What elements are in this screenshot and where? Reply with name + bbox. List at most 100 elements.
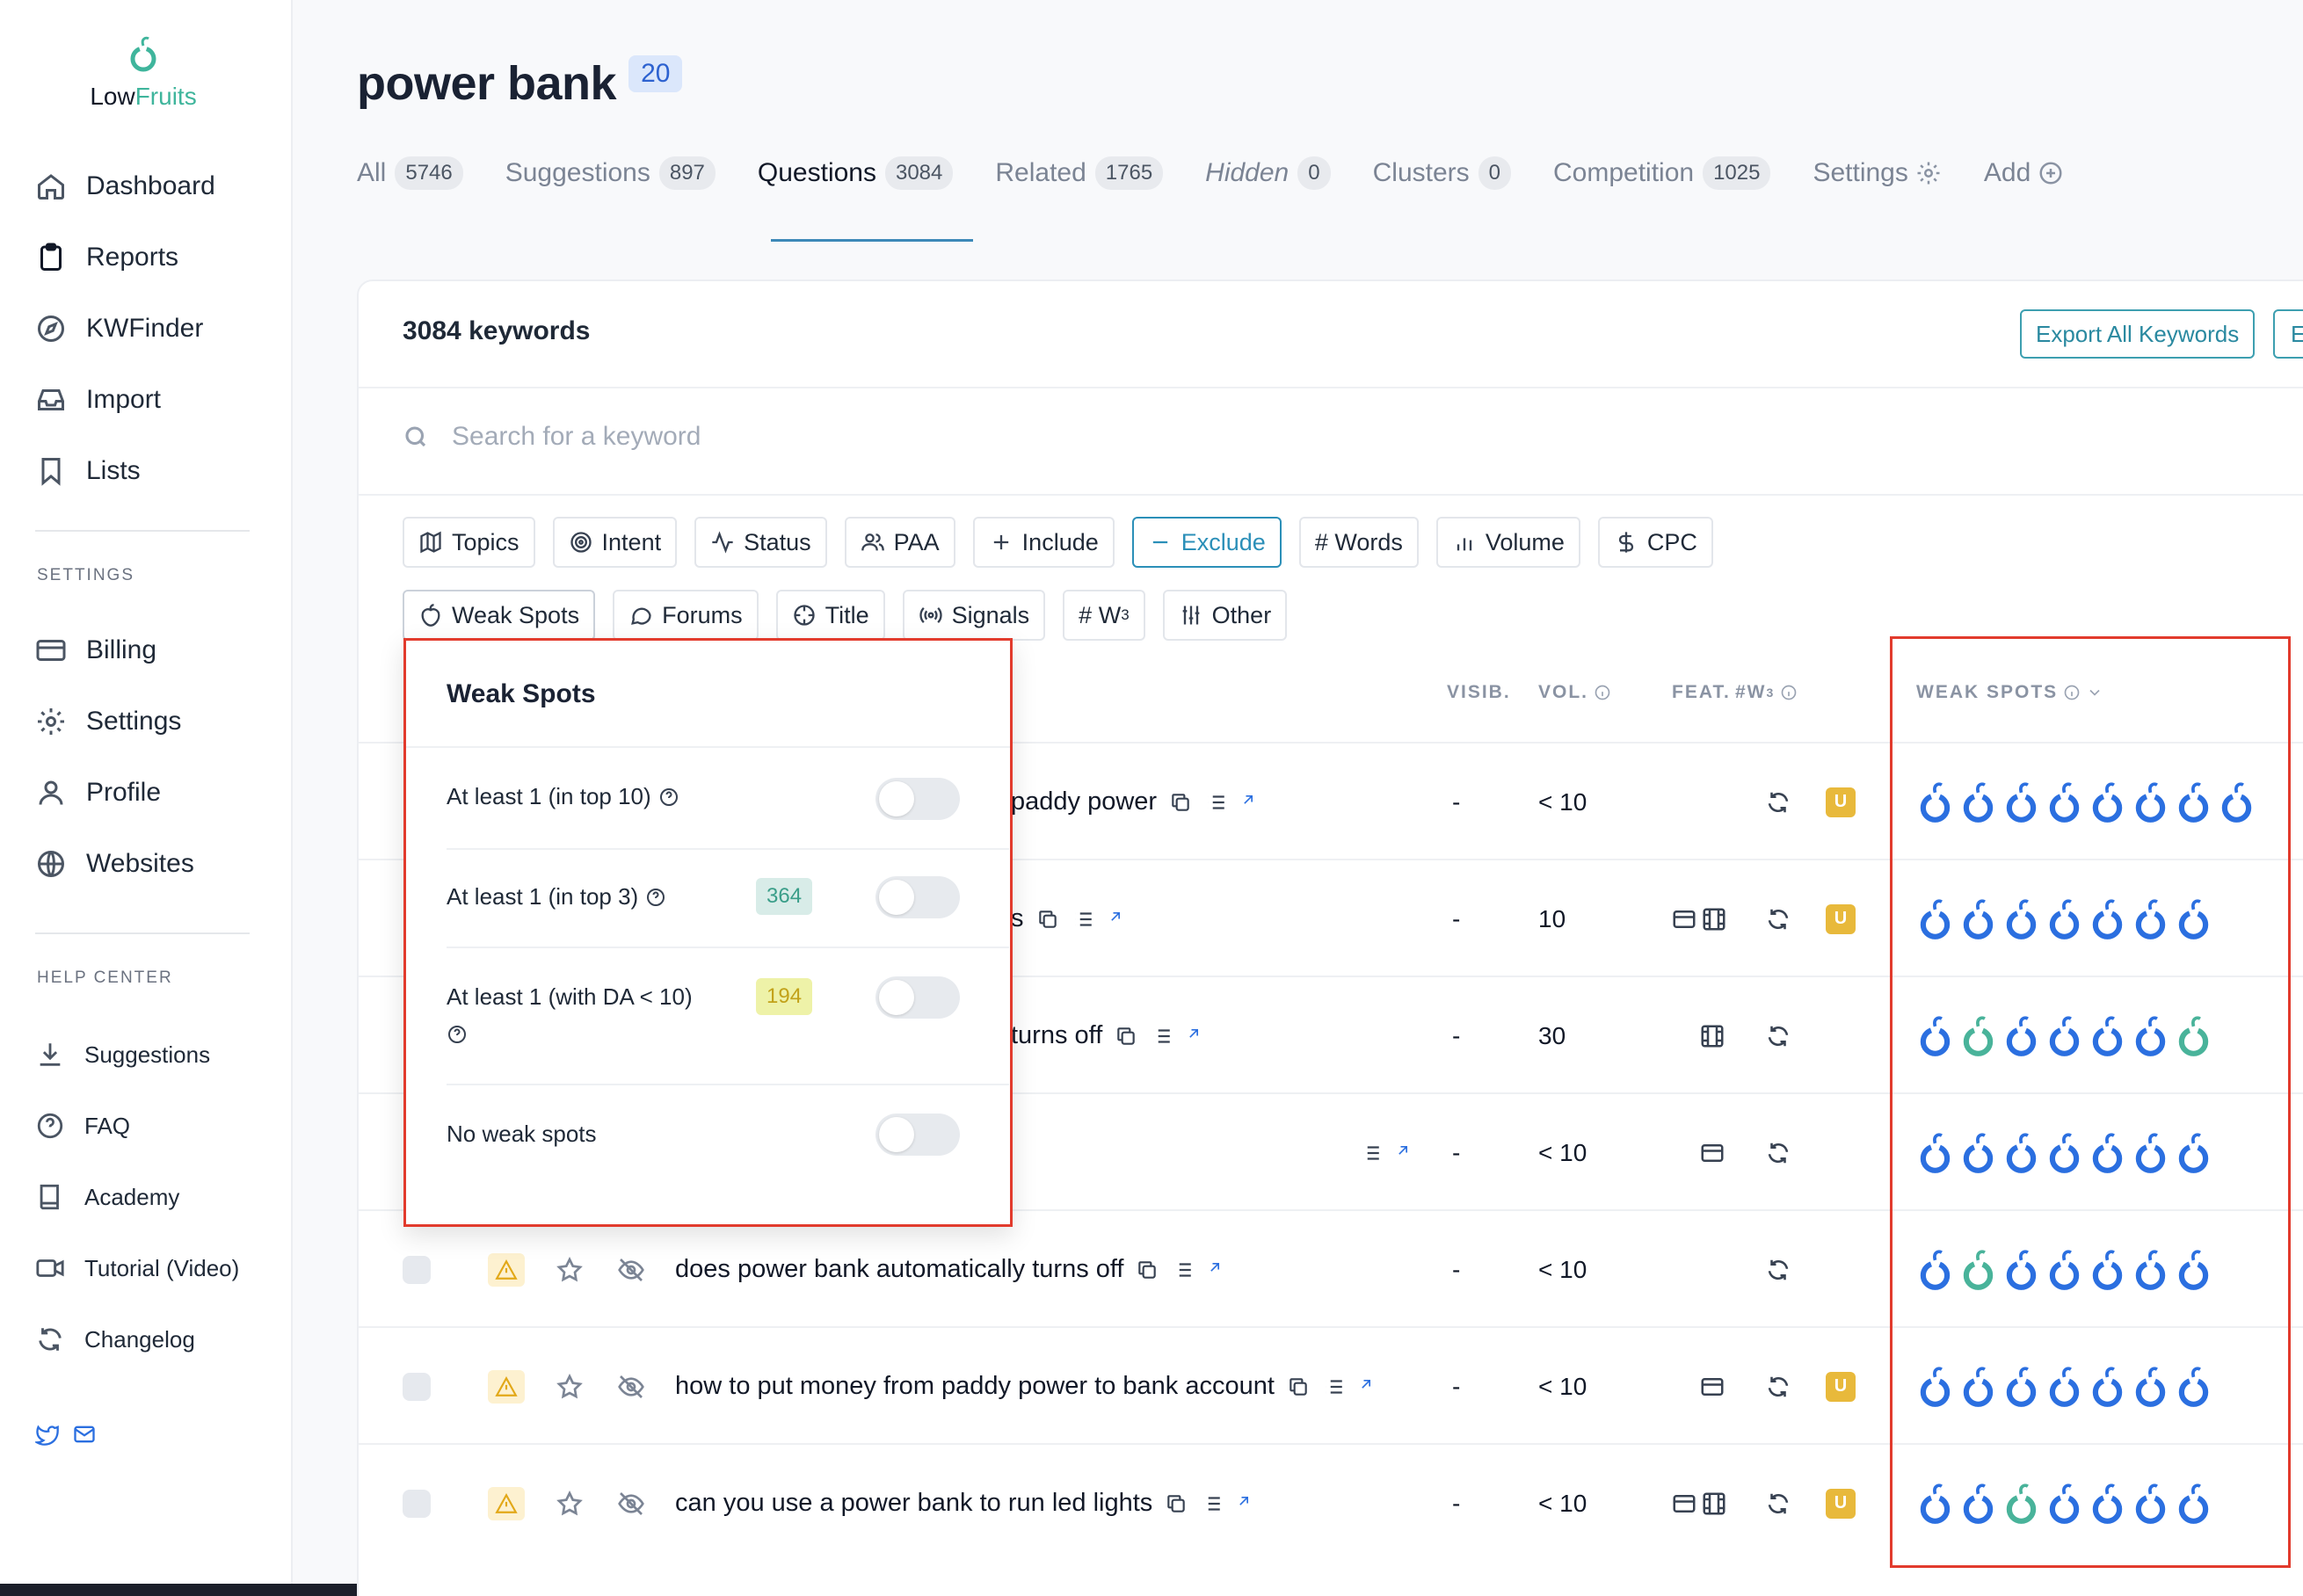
export-all-keywords-button[interactable]: Export All Keywords xyxy=(2020,309,2256,359)
keyword-text[interactable]: how to put money from paddy power to ban… xyxy=(675,1372,1275,1401)
sidebar-item-changelog[interactable]: Changelog xyxy=(35,1318,195,1360)
list-icon[interactable] xyxy=(1171,1259,1194,1281)
copy-icon[interactable] xyxy=(1036,908,1059,931)
filter-w3[interactable]: # W3 xyxy=(1063,590,1145,641)
hide-keyword[interactable] xyxy=(617,1328,645,1445)
help-circle-icon[interactable] xyxy=(658,787,679,808)
column-header-volume[interactable]: VOL. xyxy=(1538,682,1611,703)
refresh-cell[interactable] xyxy=(1765,1094,1795,1211)
filter-forums[interactable]: Forums xyxy=(613,590,759,641)
favorite-star[interactable] xyxy=(556,1445,584,1562)
keyword-text[interactable]: paddy power xyxy=(1011,787,1157,816)
refresh-cell[interactable] xyxy=(1765,744,1795,860)
row-checkbox[interactable] xyxy=(403,1328,431,1445)
keyword-text[interactable]: does power bank automatically turns off xyxy=(675,1255,1123,1284)
refresh-cell[interactable] xyxy=(1765,977,1795,1094)
sidebar-item-billing[interactable]: Billing xyxy=(35,629,156,671)
sidebar-item-profile[interactable]: Profile xyxy=(35,772,161,814)
sidebar-item-kwfinder[interactable]: KWFinder xyxy=(35,308,203,350)
refresh-cell[interactable] xyxy=(1765,860,1795,977)
filter-signals[interactable]: Signals xyxy=(902,590,1046,641)
sidebar-item-settings[interactable]: Settings xyxy=(35,700,181,743)
refresh-cell[interactable] xyxy=(1765,1211,1795,1328)
tab-related[interactable]: Related 1765 xyxy=(995,156,1164,190)
list-icon[interactable] xyxy=(1200,1492,1223,1515)
sidebar-item-dashboard[interactable]: Dashboard xyxy=(35,165,215,207)
copy-icon[interactable] xyxy=(1115,1025,1137,1048)
hide-keyword[interactable] xyxy=(617,1445,645,1562)
list-icon[interactable] xyxy=(1072,908,1094,931)
column-header-visib[interactable]: VISIB. xyxy=(1447,682,1511,703)
tab-hidden[interactable]: Hidden 0 xyxy=(1205,156,1331,190)
filter-topics[interactable]: Topics xyxy=(403,517,535,568)
column-header-w3[interactable]: #W 3 xyxy=(1735,682,1798,703)
toggle-top3[interactable] xyxy=(875,876,960,918)
external-link[interactable] xyxy=(1394,1142,1412,1164)
keyword-text[interactable]: can you use a power bank to run led ligh… xyxy=(675,1489,1152,1518)
refresh-cell[interactable] xyxy=(1765,1445,1795,1562)
tab-settings[interactable]: Settings xyxy=(1813,158,1941,188)
filter-volume[interactable]: Volume xyxy=(1435,517,1580,568)
filter-intent[interactable]: Intent xyxy=(552,517,678,568)
filter-words[interactable]: # Words xyxy=(1298,517,1419,568)
external-link[interactable] xyxy=(1107,908,1124,930)
list-icon[interactable] xyxy=(1150,1025,1173,1048)
sidebar-item-import[interactable]: Import xyxy=(35,379,161,421)
filter-cpc[interactable]: CPC xyxy=(1597,517,1713,568)
filter-include[interactable]: Include xyxy=(972,517,1115,568)
row-checkbox[interactable] xyxy=(403,1211,431,1328)
list-icon[interactable] xyxy=(1204,791,1227,814)
sidebar-item-suggestions[interactable]: Suggestions xyxy=(35,1034,210,1076)
toggle-top10[interactable] xyxy=(875,778,960,820)
external-link[interactable] xyxy=(1185,1025,1202,1047)
sidebar-item-faq[interactable]: FAQ xyxy=(35,1105,130,1147)
sidebar-item-reports[interactable]: Reports xyxy=(35,236,178,279)
filter-exclude[interactable]: Exclude xyxy=(1131,517,1282,568)
brand-logo[interactable]: LowFruits xyxy=(86,35,200,111)
favorite-star[interactable] xyxy=(556,1211,584,1328)
external-link[interactable] xyxy=(1239,791,1257,813)
tab-clusters[interactable]: Clusters 0 xyxy=(1373,156,1511,190)
row-checkbox[interactable] xyxy=(403,1445,431,1562)
toggle-no-weak-spots[interactable] xyxy=(875,1114,960,1156)
sidebar-item-academy[interactable]: Academy xyxy=(35,1176,179,1218)
external-link[interactable] xyxy=(1235,1492,1253,1514)
favorite-star[interactable] xyxy=(556,1328,584,1445)
external-link[interactable] xyxy=(1206,1259,1224,1280)
checkbox[interactable] xyxy=(403,1255,431,1284)
twitter-icon[interactable] xyxy=(35,1422,60,1447)
tab-competition[interactable]: Competition 1025 xyxy=(1553,156,1771,190)
copy-icon[interactable] xyxy=(1136,1259,1159,1281)
list-icon[interactable] xyxy=(1359,1142,1382,1164)
filter-status[interactable]: Status xyxy=(694,517,827,568)
tab-add[interactable]: Add xyxy=(1984,158,2064,188)
export-secondary-button[interactable]: E xyxy=(2273,309,2303,359)
toggle-da10[interactable] xyxy=(875,976,960,1019)
column-header-weak-spots[interactable]: WEAK SPOTS xyxy=(1916,682,2103,703)
search-input[interactable] xyxy=(452,422,1243,452)
tab-suggestions[interactable]: Suggestions 897 xyxy=(505,156,716,190)
copy-icon[interactable] xyxy=(1165,1492,1188,1515)
keyword-text[interactable]: turns off xyxy=(1011,1021,1102,1050)
sidebar-item-websites[interactable]: Websites xyxy=(35,843,194,885)
mail-icon[interactable] xyxy=(72,1422,97,1447)
copy-icon[interactable] xyxy=(1287,1375,1310,1398)
help-circle-icon[interactable] xyxy=(447,1024,468,1045)
external-link[interactable] xyxy=(1357,1375,1375,1397)
tab-questions[interactable]: Questions 3084 xyxy=(758,156,954,190)
filter-paa[interactable]: PAA xyxy=(844,517,955,568)
filter-other[interactable]: Other xyxy=(1162,590,1288,641)
checkbox[interactable] xyxy=(403,1489,431,1518)
checkbox[interactable] xyxy=(403,1372,431,1401)
filter-title[interactable]: Title xyxy=(775,590,885,641)
help-circle-icon[interactable] xyxy=(645,887,666,908)
hide-keyword[interactable] xyxy=(617,1211,645,1328)
filter-weak-spots[interactable]: Weak Spots xyxy=(403,590,596,641)
refresh-cell[interactable] xyxy=(1765,1328,1795,1445)
keyword-text[interactable]: s xyxy=(1011,904,1024,933)
column-header-features[interactable]: FEAT. xyxy=(1672,682,1731,703)
sidebar-item-lists[interactable]: Lists xyxy=(35,450,141,492)
list-icon[interactable] xyxy=(1322,1375,1345,1398)
copy-icon[interactable] xyxy=(1169,791,1192,814)
tab-all[interactable]: All 5746 xyxy=(357,156,463,190)
